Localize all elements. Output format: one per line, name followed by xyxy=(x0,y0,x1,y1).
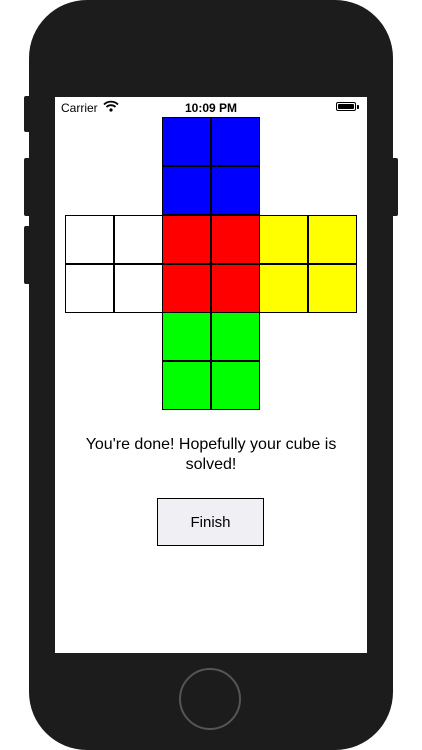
cube-cell xyxy=(259,215,308,264)
cube-cell xyxy=(162,117,211,166)
cube-face-top xyxy=(162,117,260,215)
cube-face-front xyxy=(162,215,260,313)
cube-cell xyxy=(162,215,211,264)
cube-cell xyxy=(65,264,114,313)
power-button xyxy=(391,158,398,216)
cube-face-left xyxy=(65,215,163,313)
screen: Carrier 10:09 PM You're done! Hopefully … xyxy=(55,97,367,653)
cube-face-bottom xyxy=(162,312,260,410)
cube-cell xyxy=(211,264,260,313)
cube-cell xyxy=(211,117,260,166)
home-button[interactable] xyxy=(179,668,241,730)
cube-net xyxy=(55,97,367,417)
volume-down-button xyxy=(24,226,31,284)
volume-up-button xyxy=(24,158,31,216)
cube-cell xyxy=(259,264,308,313)
cube-face-right xyxy=(259,215,357,313)
cube-cell xyxy=(162,312,211,361)
cube-cell xyxy=(114,264,163,313)
cube-cell xyxy=(211,215,260,264)
cube-cell xyxy=(211,312,260,361)
cube-cell xyxy=(308,264,357,313)
cube-cell xyxy=(308,215,357,264)
cube-cell xyxy=(162,166,211,215)
mute-switch xyxy=(24,96,31,132)
completion-message: You're done! Hopefully your cube is solv… xyxy=(85,436,337,473)
cube-cell xyxy=(65,215,114,264)
cube-cell xyxy=(162,264,211,313)
cube-cell xyxy=(114,215,163,264)
cube-cell xyxy=(211,361,260,410)
cube-cell xyxy=(211,166,260,215)
cube-cell xyxy=(162,361,211,410)
finish-button[interactable]: Finish xyxy=(157,498,264,546)
